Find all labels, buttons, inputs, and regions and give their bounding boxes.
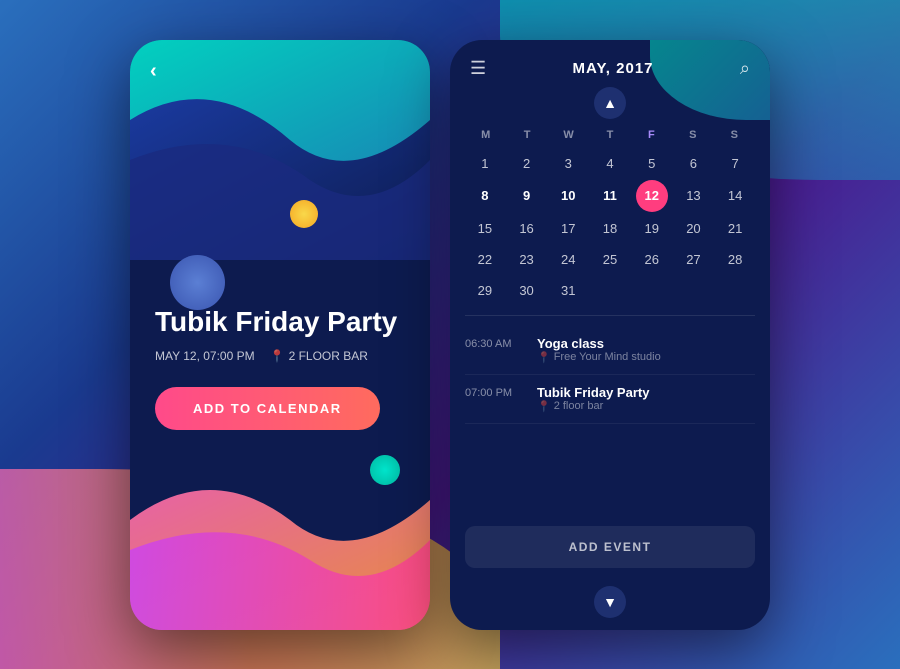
date-25[interactable]: 25 — [590, 245, 630, 274]
event-meta: MAY 12, 07:00 PM 📍 2 FLOOR BAR — [155, 349, 405, 363]
date-15[interactable]: 15 — [465, 214, 505, 243]
day-label-fri: F — [631, 125, 672, 145]
pin-icon-2: 📍 — [537, 400, 551, 413]
date-24[interactable]: 24 — [548, 245, 588, 274]
date-16[interactable]: 16 — [507, 214, 547, 243]
date-9[interactable]: 9 — [507, 180, 547, 212]
top-wave — [130, 40, 430, 260]
date-12-container[interactable]: 12 — [632, 180, 672, 212]
left-content: Tubik Friday Party MAY 12, 07:00 PM 📍 2 … — [155, 305, 405, 430]
calendar-grid: M T W T F S S 1 2 3 4 5 6 7 8 9 — [450, 125, 770, 305]
date-2[interactable]: 2 — [507, 149, 547, 178]
event-location-meta: 📍 2 FLOOR BAR — [270, 349, 368, 363]
date-18[interactable]: 18 — [590, 214, 630, 243]
day-label-wed: W — [548, 125, 589, 145]
event-2-location: 📍 2 floor bar — [537, 400, 649, 413]
event-item-2: 07:00 PM Tubik Friday Party 📍 2 floor ba… — [465, 375, 755, 424]
date-5[interactable]: 5 — [632, 149, 672, 178]
calendar-divider — [465, 315, 755, 316]
date-26[interactable]: 26 — [632, 245, 672, 274]
date-3[interactable]: 3 — [548, 149, 588, 178]
date-19[interactable]: 19 — [632, 214, 672, 243]
pin-icon-1: 📍 — [537, 351, 551, 364]
date-8[interactable]: 8 — [465, 180, 505, 212]
event-2-title: Tubik Friday Party — [537, 385, 649, 400]
dates-grid: 1 2 3 4 5 6 7 8 9 10 11 12 13 14 15 16 — [465, 149, 755, 305]
pin-icon: 📍 — [270, 349, 285, 363]
blue-circle-decoration — [170, 255, 225, 310]
date-17[interactable]: 17 — [548, 214, 588, 243]
add-event-button[interactable]: ADD EVENT — [465, 526, 755, 568]
event-1-info: Yoga class 📍 Free Your Mind studio — [537, 336, 661, 364]
phones-container: ‹ — [130, 40, 770, 630]
day-label-sun: S — [714, 125, 755, 145]
day-label-sat: S — [672, 125, 713, 145]
date-31[interactable]: 31 — [548, 276, 588, 305]
day-label-thu: T — [589, 125, 630, 145]
event-2-time: 07:00 PM — [465, 385, 525, 413]
chevron-up-button[interactable]: ▲ — [594, 87, 626, 119]
add-to-calendar-button[interactable]: ADD TO CALENDAR — [155, 387, 380, 430]
events-list: 06:30 AM Yoga class 📍 Free Your Mind stu… — [450, 326, 770, 516]
date-4[interactable]: 4 — [590, 149, 630, 178]
event-1-time: 06:30 AM — [465, 336, 525, 364]
event-location-text: 2 FLOOR BAR — [289, 349, 368, 363]
event-1-title: Yoga class — [537, 336, 661, 351]
event-2-info: Tubik Friday Party 📍 2 floor bar — [537, 385, 649, 413]
date-29[interactable]: 29 — [465, 276, 505, 305]
back-button[interactable]: ‹ — [150, 60, 157, 83]
event-2-loc-text: 2 floor bar — [554, 400, 604, 412]
menu-icon[interactable]: ☰ — [470, 58, 486, 79]
chevron-down-button[interactable]: ▼ — [594, 586, 626, 618]
phone-right: ☰ MAY, 2017 ⌕ ▲ M T W T F S S 1 2 — [450, 40, 770, 630]
date-12-today[interactable]: 12 — [636, 180, 668, 212]
day-labels-row: M T W T F S S — [465, 125, 755, 145]
bottom-waves — [130, 440, 430, 630]
yellow-circle-decoration — [290, 200, 318, 228]
date-22[interactable]: 22 — [465, 245, 505, 274]
calendar-month-year: MAY, 2017 — [573, 60, 654, 77]
date-14[interactable]: 14 — [715, 180, 755, 212]
date-11[interactable]: 11 — [590, 180, 630, 212]
date-21[interactable]: 21 — [715, 214, 755, 243]
day-label-tue: T — [506, 125, 547, 145]
date-30[interactable]: 30 — [507, 276, 547, 305]
date-23[interactable]: 23 — [507, 245, 547, 274]
event-item-1: 06:30 AM Yoga class 📍 Free Your Mind stu… — [465, 326, 755, 375]
date-1[interactable]: 1 — [465, 149, 505, 178]
date-7[interactable]: 7 — [715, 149, 755, 178]
date-6[interactable]: 6 — [674, 149, 714, 178]
date-20[interactable]: 20 — [674, 214, 714, 243]
event-date: MAY 12, 07:00 PM — [155, 349, 255, 363]
date-27[interactable]: 27 — [674, 245, 714, 274]
phone-left: ‹ — [130, 40, 430, 630]
event-1-loc-text: Free Your Mind studio — [554, 351, 661, 363]
search-icon[interactable]: ⌕ — [740, 58, 750, 79]
chevron-down-container: ▼ — [450, 578, 770, 630]
event-title: Tubik Friday Party — [155, 305, 405, 339]
event-1-location: 📍 Free Your Mind studio — [537, 351, 661, 364]
day-label-mon: M — [465, 125, 506, 145]
date-28[interactable]: 28 — [715, 245, 755, 274]
date-13[interactable]: 13 — [674, 180, 714, 212]
calendar-header: ☰ MAY, 2017 ⌕ — [450, 40, 770, 87]
date-10[interactable]: 10 — [548, 180, 588, 212]
